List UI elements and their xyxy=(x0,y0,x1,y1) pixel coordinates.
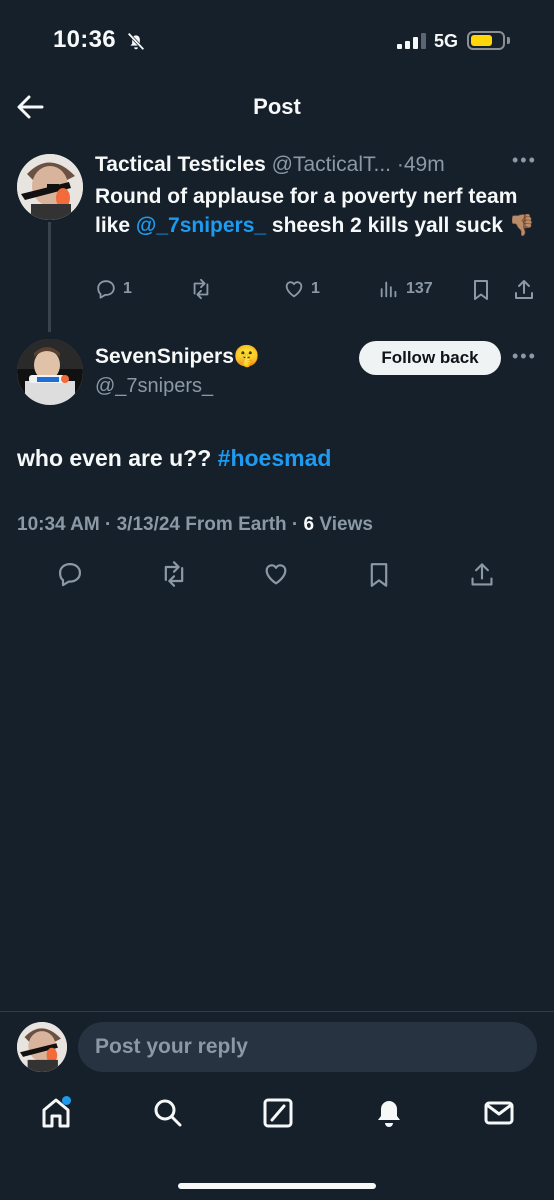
page-title: Post xyxy=(253,94,301,119)
share-button[interactable] xyxy=(513,278,535,302)
reply-author-name-text: SevenSnipers xyxy=(95,345,234,368)
original-post-header: Tactical Testicles @TacticalT... ·49m xyxy=(95,153,445,177)
heart-icon[interactable] xyxy=(262,560,290,588)
views-icon xyxy=(380,281,397,298)
reply-post-text: who even are u?? #hoesmad xyxy=(17,445,331,472)
shushing-emoji: 🤫 xyxy=(233,345,261,368)
battery-icon xyxy=(467,31,505,50)
reply-icon[interactable] xyxy=(56,560,84,588)
reply-input[interactable]: Post your reply xyxy=(78,1022,537,1072)
author-name[interactable]: Tactical Testicles xyxy=(95,153,266,176)
notifications-icon[interactable] xyxy=(373,1096,405,1130)
search-icon[interactable] xyxy=(151,1096,183,1130)
views-button[interactable]: 137 xyxy=(378,278,433,300)
separator: · xyxy=(286,514,304,535)
bookmark-icon[interactable] xyxy=(367,560,391,590)
bookmark-icon xyxy=(474,280,488,300)
avatar[interactable] xyxy=(17,154,83,220)
separator: · xyxy=(396,153,404,176)
post-date: 3/13/24 xyxy=(116,514,181,535)
more-options-icon[interactable]: ••• xyxy=(512,346,537,367)
share-icon xyxy=(515,280,533,299)
post-source: From Earth xyxy=(180,514,287,535)
repost-button[interactable] xyxy=(189,278,213,300)
hashtag-link[interactable]: #hoesmad xyxy=(218,445,332,471)
heart-icon xyxy=(285,281,303,298)
follow-back-button[interactable]: Follow back xyxy=(359,341,501,375)
like-count: 1 xyxy=(311,280,320,297)
thread-connector xyxy=(48,222,51,332)
home-unread-dot xyxy=(62,1096,71,1105)
thumbs-down-emoji: 👎🏽 xyxy=(508,214,536,237)
post-time: 10:34 AM xyxy=(17,514,100,535)
signal-icon xyxy=(397,33,426,49)
battery-tip xyxy=(507,37,510,44)
like-button[interactable]: 1 xyxy=(283,278,320,300)
reply-author-name[interactable]: SevenSnipers🤫 xyxy=(95,345,260,369)
network-type: 5G xyxy=(434,31,459,51)
bell-slash-icon xyxy=(127,32,145,51)
views-label[interactable]: Views xyxy=(314,514,373,535)
original-post-text: Round of applause for a poverty nerf tea… xyxy=(95,182,540,240)
author-handle[interactable]: @TacticalT... xyxy=(272,153,391,176)
post-meta: 10:34 AM · 3/13/24 From Earth · 6 Views xyxy=(17,514,373,536)
post-text-part: sheesh 2 kills yall suck xyxy=(266,214,509,237)
repost-icon xyxy=(193,278,209,300)
post-actions: 1 1 137 xyxy=(95,278,540,306)
detail-actions xyxy=(0,560,554,592)
share-icon[interactable] xyxy=(469,560,495,590)
grok-icon[interactable] xyxy=(262,1096,294,1130)
divider xyxy=(0,1011,554,1012)
post-age: 49m xyxy=(403,153,445,176)
post-text-part: who even are u?? xyxy=(17,445,218,471)
views-count[interactable]: 6 xyxy=(304,514,315,535)
bottom-tab-bar xyxy=(0,1096,554,1140)
reply-count: 1 xyxy=(123,280,132,297)
view-count: 137 xyxy=(406,280,433,297)
status-bar: 10:36 5G xyxy=(0,0,554,80)
home-indicator[interactable] xyxy=(178,1183,376,1189)
messages-icon[interactable] xyxy=(483,1096,515,1130)
more-options-icon[interactable]: ••• xyxy=(512,150,537,171)
status-time: 10:36 xyxy=(53,26,116,53)
separator: · xyxy=(99,514,117,535)
reply-icon xyxy=(97,280,115,299)
avatar[interactable] xyxy=(17,339,83,405)
mention-link[interactable]: @_7snipers_ xyxy=(136,214,266,237)
bookmark-button[interactable] xyxy=(471,278,491,302)
my-avatar[interactable] xyxy=(17,1022,67,1072)
reply-button[interactable]: 1 xyxy=(95,278,132,300)
reply-author-handle[interactable]: @_7snipers_ xyxy=(95,375,213,398)
repost-icon[interactable] xyxy=(159,560,189,588)
